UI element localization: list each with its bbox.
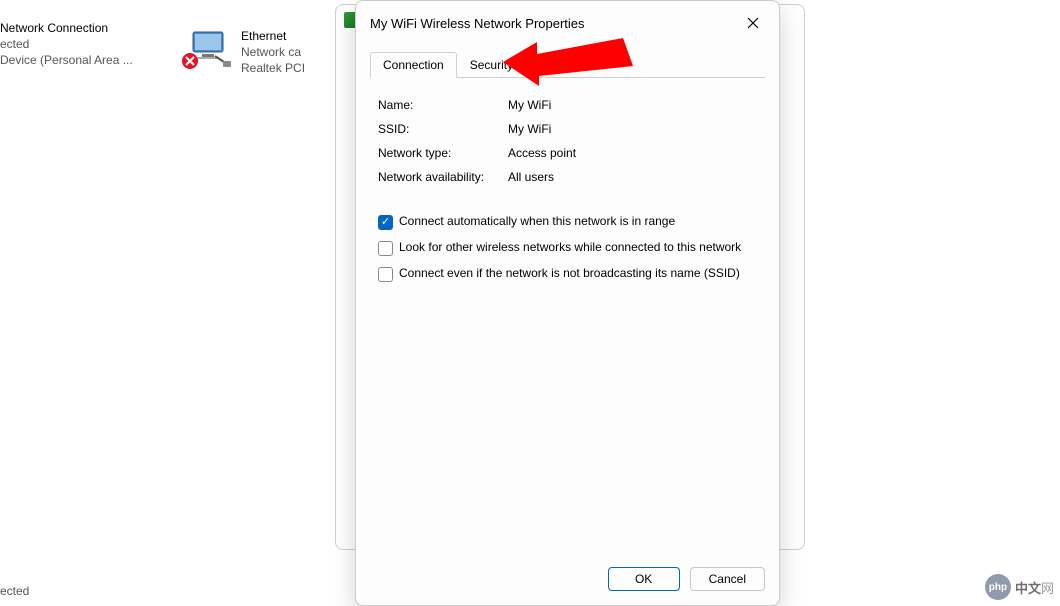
tab-content: Name: My WiFi SSID: My WiFi Network type… xyxy=(370,78,765,290)
tab-strip: Connection Security xyxy=(370,51,765,78)
check-look-other-row: Look for other wireless networks while c… xyxy=(378,240,757,256)
network-item-ethernet[interactable]: Ethernet Network ca Realtek PCI xyxy=(185,28,305,76)
network-device: Device (Personal Area ... xyxy=(0,52,133,68)
label-ssid: SSID: xyxy=(378,122,508,136)
check-auto-connect-label: Connect automatically when this network … xyxy=(399,214,675,229)
network-item-text: Network Connection ected Device (Persona… xyxy=(0,20,133,68)
check-auto-connect[interactable] xyxy=(378,215,393,230)
value-name: My WiFi xyxy=(508,98,757,112)
properties-grid: Name: My WiFi SSID: My WiFi Network type… xyxy=(378,98,757,184)
tab-security[interactable]: Security xyxy=(457,52,526,78)
partial-text-bottom: ected xyxy=(0,584,29,598)
dialog-title: My WiFi Wireless Network Properties xyxy=(370,16,585,31)
network-item-text: Ethernet Network ca Realtek PCI xyxy=(241,28,305,76)
label-name: Name: xyxy=(378,98,508,112)
check-hidden-ssid-row: Connect even if the network is not broad… xyxy=(378,266,757,282)
value-availability: All users xyxy=(508,170,757,184)
network-item-bluetooth[interactable]: Network Connection ected Device (Persona… xyxy=(0,20,133,68)
network-title: Ethernet xyxy=(241,28,305,44)
value-type: Access point xyxy=(508,146,757,160)
label-availability: Network availability: xyxy=(378,170,508,184)
close-icon xyxy=(747,17,759,29)
check-auto-connect-row: Connect automatically when this network … xyxy=(378,214,757,230)
tab-connection[interactable]: Connection xyxy=(370,52,457,78)
network-device: Realtek PCI xyxy=(241,60,305,76)
wifi-properties-dialog: My WiFi Wireless Network Properties Conn… xyxy=(355,0,780,606)
dialog-titlebar: My WiFi Wireless Network Properties xyxy=(356,1,779,41)
check-hidden-ssid-label: Connect even if the network is not broad… xyxy=(399,266,740,281)
network-status: ected xyxy=(0,36,133,52)
cancel-button[interactable]: Cancel xyxy=(690,567,765,591)
ok-button[interactable]: OK xyxy=(608,567,680,591)
network-status: Network ca xyxy=(241,44,305,60)
checkbox-group: Connect automatically when this network … xyxy=(378,214,757,282)
disconnected-x-icon xyxy=(181,52,199,70)
check-hidden-ssid[interactable] xyxy=(378,267,393,282)
ethernet-icon xyxy=(185,28,233,68)
value-ssid: My WiFi xyxy=(508,122,757,136)
network-title: Network Connection xyxy=(0,20,133,36)
dialog-footer: OK Cancel xyxy=(356,557,779,605)
watermark: php 中文网 xyxy=(985,574,1054,600)
check-look-other[interactable] xyxy=(378,241,393,256)
close-button[interactable] xyxy=(737,9,769,37)
check-look-other-label: Look for other wireless networks while c… xyxy=(399,240,741,255)
watermark-logo: php xyxy=(985,574,1011,600)
dialog-body: Connection Security Name: My WiFi SSID: … xyxy=(356,41,779,557)
watermark-text: 中文网 xyxy=(1015,578,1054,597)
label-type: Network type: xyxy=(378,146,508,160)
